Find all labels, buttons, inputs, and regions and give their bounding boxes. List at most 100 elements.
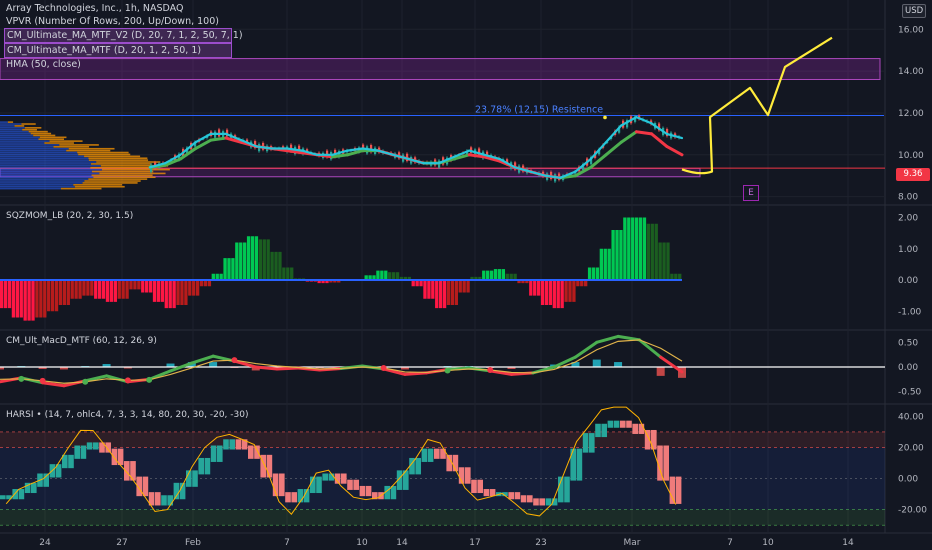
sqz-histogram-bar [35,280,39,318]
legend-hma[interactable]: HMA (50, close) [6,58,232,71]
harsi-candle [663,445,669,481]
sqz-histogram-bar [223,258,227,280]
earnings-event-marker[interactable]: E [743,185,759,201]
sqz-histogram-bar [564,280,568,302]
sqzmom-title[interactable]: SQZMOM_LB (20, 2, 30, 1.5) [6,211,133,221]
vpvr-bar-down [7,121,14,123]
sqz-histogram-bar [145,280,149,293]
vpvr-bar-up [0,159,89,161]
x-tick-label: 7 [727,538,733,548]
vpvr-bar-up [0,184,74,186]
sqz-histogram-bar [70,280,74,299]
harsi-candle [595,423,601,438]
macd-title[interactable]: CM_Ult_MacD_MTF (60, 12, 26, 9) [6,336,157,346]
sqz-histogram-bar [438,280,443,309]
vpvr-bar-up [0,161,97,163]
harsi-candle [291,492,297,503]
harsi-candle [347,479,353,490]
sqz-histogram-bar [552,280,556,309]
sqz-histogram-bar [395,272,400,280]
sqz-histogram-bar [380,270,384,280]
vpvr-bar-down [91,174,153,177]
vpvr-bar-down [84,180,141,182]
x-tick-label: 23 [535,538,546,548]
harsi-candle [415,457,421,475]
vpvr-bar-up [0,180,85,182]
x-tick-label: Feb [185,538,201,548]
harsi-candle [626,420,632,428]
vpvr-bar-up [0,149,67,152]
x-tick-label: 17 [469,538,480,548]
harsi-candle [359,485,366,497]
sqz-histogram-bar [603,248,607,280]
harsi-title[interactable]: HARSI • (14, 7, ohlc4, 7, 3, 3, 14, 80, … [6,410,249,420]
vpvr-bar-down [74,185,125,188]
vpvr-bar-up [0,144,60,146]
vpvr-bar-up [0,123,22,125]
sqz-histogram-bar [462,280,466,293]
harsi-candle [545,498,552,506]
sqz-histogram-bar [431,280,435,299]
harsi-candle [527,495,533,503]
harsi-candle [632,423,638,434]
vpvr-bar-up [0,168,102,171]
vpvr-bar-down [82,182,138,184]
vpvr-bar-down [91,163,152,165]
sqz-histogram-bar [536,280,541,296]
harsi-candle [80,445,87,459]
sqz-histogram-bar [595,267,600,280]
sqz-histogram-bar [611,230,615,280]
vpvr-bar-down [14,125,25,127]
legend-vpvr[interactable]: VPVR (Number Of Rows, 200, Up/Down, 100) [6,15,232,28]
vpvr-bar-up [0,165,101,167]
vpvr-bar-up [0,127,25,129]
sqz-tick-label: -1.00 [898,307,922,317]
sqz-histogram-bar [82,280,86,296]
macd-histogram-bar [656,367,665,376]
vpvr-bar-up [0,134,34,137]
harsi-candle [353,479,359,490]
x-tick-label: 24 [39,538,51,548]
sqz-histogram-bar [19,280,23,318]
sqz-histogram-bar [129,280,133,290]
price-tick-label: 14.00 [898,67,924,77]
currency-label[interactable]: USD [902,4,927,18]
sqz-histogram-bar [109,280,114,302]
harsi-tick-label: -20.00 [898,506,927,516]
x-tick-label: 7 [284,538,290,548]
sqz-histogram-bar [246,236,251,280]
vpvr-bar-down [21,123,36,125]
sqz-histogram-bar [188,280,192,296]
vpvr-bar-down [93,176,156,179]
harsi-candle [341,473,347,484]
tradingview-chart[interactable]: 23.78% (12,15) Resistence 24 27 Feb 7 10 14 17… [0,0,932,550]
sqz-histogram-bar [619,230,623,280]
sqz-histogram-bar [388,272,392,280]
sqz-histogram-bar [7,280,12,309]
legend-cm-ma-v2[interactable]: CM_Ultimate_MA_MTF_V2 (D, 20, 7, 1, 2, 5… [4,28,243,43]
harsi-candle [0,495,6,500]
vpvr-bar-down [53,146,90,148]
x-tick-label: 14 [396,538,408,548]
vpvr-bar-down [91,170,154,173]
sqz-histogram-bar [450,280,455,305]
sqz-histogram-bar [489,270,494,280]
macd-cross-dot [82,378,89,385]
sqz-histogram-bar [137,280,141,290]
sqz-histogram-bar [599,248,604,280]
vpvr-bar-down [99,172,166,175]
sqz-histogram-bar [658,242,662,280]
sqz-histogram-bar [27,280,31,321]
indicator-legend: Array Technologies, Inc., 1h, NASDAQ VPV… [4,2,243,71]
sqz-histogram-bar [266,239,270,280]
sqz-histogram-bar [235,242,239,280]
sqz-histogram-bar [254,236,259,280]
macd-cross-dot [146,376,153,383]
harsi-candle [142,476,149,497]
sqz-histogram-bar [195,280,200,296]
harsi-candle [204,457,211,475]
sqz-histogram-bar [239,242,243,280]
harsi-candle [539,498,545,506]
legend-cm-ma[interactable]: CM_Ultimate_MA_MTF (D, 20, 1, 2, 50, 1) [4,43,232,58]
harsi-candle [111,448,118,466]
